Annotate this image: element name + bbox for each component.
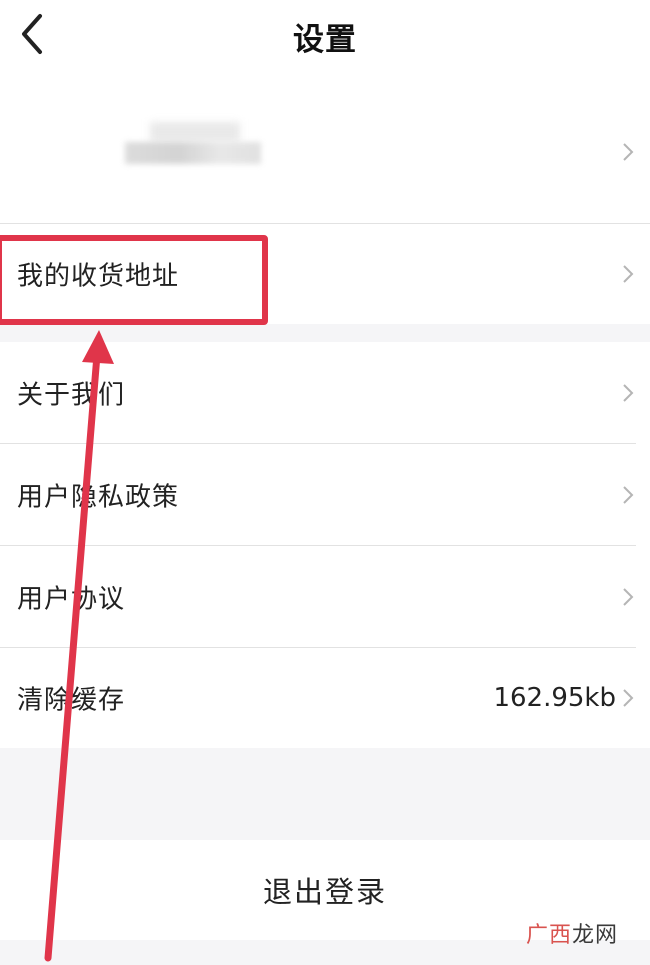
chevron-right-icon (623, 587, 634, 606)
profile-row[interactable] (0, 80, 650, 223)
chevron-right-icon (623, 689, 634, 707)
menu-item-clear-cache[interactable]: 清除缓存 162.95kb (0, 648, 650, 748)
chevron-right-icon (623, 142, 634, 161)
chevron-right-icon (623, 485, 634, 504)
blurred-avatar (150, 122, 240, 142)
watermark: 广西龙网 (526, 917, 618, 949)
watermark-part2: 龙网 (571, 923, 618, 948)
chevron-right-icon (623, 383, 634, 402)
cache-size-value: 162.95kb (493, 683, 616, 713)
page-title: 设置 (293, 22, 357, 58)
menu-item-user-agreement[interactable]: 用户协议 (0, 546, 650, 647)
menu-item-label: 关于我们 (17, 380, 126, 410)
menu-item-about[interactable]: 关于我们 (0, 342, 650, 443)
blurred-username (125, 142, 261, 164)
section-gap (0, 324, 650, 342)
logout-label: 退出登录 (262, 875, 387, 909)
menu-item-privacy-policy[interactable]: 用户隐私政策 (0, 444, 650, 545)
header-bar: 设置 (0, 0, 650, 80)
watermark-part1: 广西 (525, 923, 572, 948)
menu-item-label: 清除缓存 (17, 685, 126, 716)
menu-item-label: 用户协议 (17, 584, 126, 614)
section-gap (0, 748, 650, 840)
chevron-right-icon (623, 265, 634, 283)
menu-item-label: 用户隐私政策 (17, 482, 180, 512)
highlight-box (0, 235, 268, 325)
